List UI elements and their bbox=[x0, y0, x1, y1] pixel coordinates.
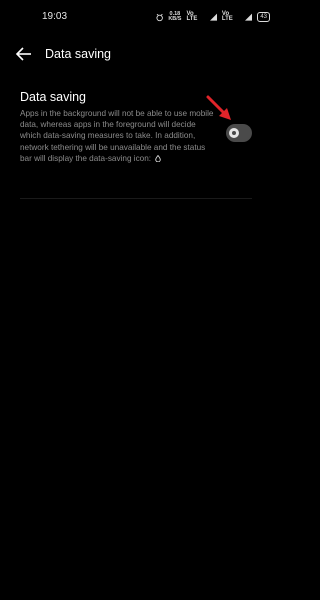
signal-icon bbox=[245, 13, 253, 21]
setting-description: Apps in the background will not be able … bbox=[20, 109, 214, 163]
page-title: Data saving bbox=[45, 47, 112, 61]
volte-signal-1: Vo LTE bbox=[186, 11, 198, 22]
status-time: 19:03 bbox=[42, 11, 68, 22]
battery-icon: 43 bbox=[257, 12, 271, 22]
data-saver-icon bbox=[155, 154, 162, 163]
network-speed: 0.18 KB/S bbox=[168, 11, 182, 22]
signal-icon bbox=[209, 13, 217, 21]
data-saving-toggle[interactable] bbox=[226, 124, 252, 142]
back-arrow-icon[interactable] bbox=[14, 44, 34, 64]
volte-signal-2: Vo LTE bbox=[221, 11, 233, 22]
status-icons: 0.18 KB/S Vo LTE Vo LTE 43 bbox=[156, 11, 271, 23]
red-arrow-annotation bbox=[206, 95, 231, 120]
alarm-icon bbox=[156, 13, 163, 21]
divider bbox=[20, 198, 252, 199]
toggle-knob bbox=[229, 128, 239, 138]
header: Data saving bbox=[0, 34, 270, 74]
status-bar: 19:03 0.18 KB/S Vo LTE Vo LTE 43 bbox=[0, 0, 271, 34]
